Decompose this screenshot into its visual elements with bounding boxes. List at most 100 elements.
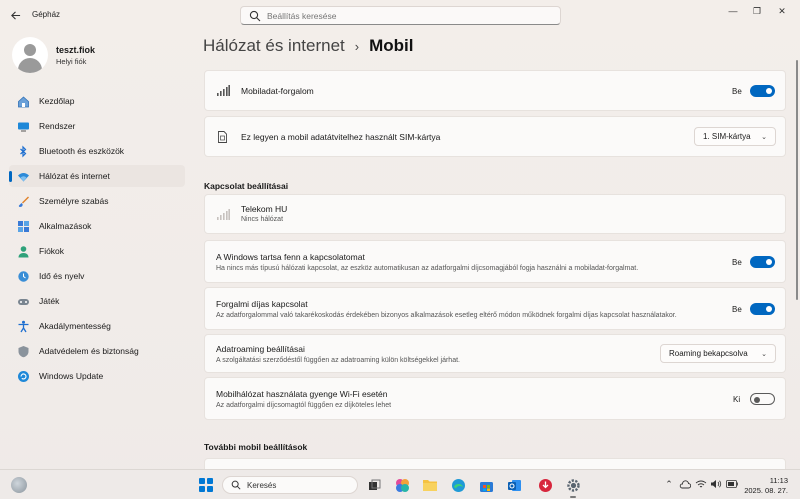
sidebar-item-label: Adatvédelem és biztonság xyxy=(39,346,139,356)
taskbar-search-label: Keresés xyxy=(247,480,277,490)
mobile-data-card: Mobiladat-forgalom Be xyxy=(204,70,786,111)
wifi-icon xyxy=(17,170,30,183)
weak-wifi-title: Mobilhálózat használata gyenge Wi-Fi ese… xyxy=(216,389,388,399)
sim-dropdown-value: 1. SIM-kártya xyxy=(703,132,751,141)
sidebar-item-label: Játék xyxy=(39,296,60,306)
weather-widget-icon[interactable] xyxy=(11,477,27,493)
sim-dropdown[interactable]: 1. SIM-kártya ⌄ xyxy=(694,127,776,146)
metered-card: Forgalmi díjas kapcsolat Az adatforgalom… xyxy=(204,287,786,330)
sidebar-item-home[interactable]: Kezdőlap xyxy=(9,90,185,112)
edge-browser-icon[interactable] xyxy=(450,477,466,493)
mobile-data-state: Be xyxy=(732,87,742,96)
roaming-card: Adatroaming beállításai A szolgáltatási … xyxy=(204,334,786,373)
sidebar-item-network[interactable]: Hálózat és internet xyxy=(9,165,185,187)
settings-search-box[interactable] xyxy=(240,6,561,25)
sidebar-item-privacy-security[interactable]: Adatvédelem és biztonság xyxy=(9,340,185,362)
weak-wifi-toggle[interactable] xyxy=(750,393,775,405)
weak-wifi-card: Mobilhálózat használata gyenge Wi-Fi ese… xyxy=(204,377,786,420)
network-icon[interactable] xyxy=(695,478,707,490)
cloud-icon[interactable] xyxy=(679,478,691,490)
breadcrumb-parent[interactable]: Hálózat és internet xyxy=(203,36,345,56)
sidebar-item-label: Windows Update xyxy=(39,371,104,381)
user-name: teszt.fiok xyxy=(56,44,96,55)
search-icon xyxy=(231,480,241,490)
mobile-data-title: Mobiladat-forgalom xyxy=(241,86,314,96)
update-icon xyxy=(17,370,30,383)
carrier-name: Telekom HU xyxy=(241,204,288,214)
keep-connected-card: A Windows tartsa fenn a kapcsolatomat Ha… xyxy=(204,240,786,283)
globe-clock-icon xyxy=(17,270,30,283)
metered-desc: Az adatforgalommal való takarékoskodás é… xyxy=(216,312,677,319)
copilot-icon[interactable] xyxy=(394,477,410,493)
title-bar: Gépház — ❐ ✕ xyxy=(0,0,800,31)
close-button[interactable]: ✕ xyxy=(771,4,793,18)
back-arrow-icon xyxy=(10,10,20,20)
sidebar-nav: Kezdőlap Rendszer Bluetooth és eszközök … xyxy=(9,90,185,390)
roaming-dropdown[interactable]: Roaming bekapcsolva ⌄ xyxy=(660,344,776,363)
paintbrush-icon xyxy=(17,195,30,208)
sidebar-item-label: Akadálymentesség xyxy=(39,321,111,331)
store-icon[interactable] xyxy=(478,477,494,493)
sidebar-item-label: Bluetooth és eszközök xyxy=(39,146,125,156)
search-icon xyxy=(249,10,261,21)
sidebar-item-gaming[interactable]: Játék xyxy=(9,290,185,312)
task-view-icon[interactable] xyxy=(366,477,382,493)
file-explorer-icon[interactable] xyxy=(422,477,438,493)
anydesk-icon[interactable] xyxy=(537,477,553,493)
more-mobile-section-title: További mobil beállítások xyxy=(204,442,308,452)
volume-icon[interactable] xyxy=(710,478,722,490)
settings-gear-icon[interactable] xyxy=(565,477,581,498)
clock-time: 11:13 xyxy=(769,476,788,485)
scrollbar[interactable] xyxy=(796,60,798,300)
user-profile[interactable]: teszt.fiok Helyi fiók xyxy=(12,37,95,73)
metered-toggle[interactable] xyxy=(750,303,775,315)
home-icon xyxy=(17,95,30,108)
roaming-title: Adatroaming beállításai xyxy=(216,344,305,354)
battery-icon[interactable] xyxy=(726,478,738,490)
sidebar-item-accessibility[interactable]: Akadálymentesség xyxy=(9,315,185,337)
connection-section-title: Kapcsolat beállításai xyxy=(204,181,289,191)
mobile-data-toggle[interactable] xyxy=(750,85,775,97)
settings-search-input[interactable] xyxy=(267,10,547,21)
start-button[interactable] xyxy=(199,478,213,492)
sidebar-item-apps[interactable]: Alkalmazások xyxy=(9,215,185,237)
keep-connected-toggle[interactable] xyxy=(750,256,775,268)
keep-connected-title: A Windows tartsa fenn a kapcsolatomat xyxy=(216,252,365,262)
signal-bars-empty-icon xyxy=(217,209,230,220)
carrier-status: Nincs hálózat xyxy=(241,216,284,223)
shield-icon xyxy=(17,345,30,358)
sidebar-item-label: Alkalmazások xyxy=(39,221,92,231)
sidebar-item-system[interactable]: Rendszer xyxy=(9,115,185,137)
metered-title: Forgalmi díjas kapcsolat xyxy=(216,299,308,309)
maximize-button[interactable]: ❐ xyxy=(746,4,768,18)
sim-select-card: Ez legyen a mobil adatátvitelhez használ… xyxy=(204,116,786,157)
chevron-down-icon: ⌄ xyxy=(761,351,767,358)
keep-connected-desc: Ha nincs más típusú hálózati kapcsolat, … xyxy=(216,265,639,272)
sidebar-item-bluetooth[interactable]: Bluetooth és eszközök xyxy=(9,140,185,162)
taskbar-clock[interactable]: 11:13 2025. 08. 27. xyxy=(742,476,788,496)
taskbar-search[interactable]: Keresés xyxy=(222,476,358,494)
minimize-button[interactable]: — xyxy=(722,4,744,18)
gamepad-icon xyxy=(17,295,30,308)
sim-card-icon xyxy=(218,131,227,143)
roaming-dropdown-value: Roaming bekapcsolva xyxy=(669,349,748,358)
back-button[interactable] xyxy=(6,6,24,24)
taskbar: Keresés ⌃ 11:13 2025. 08. 27. xyxy=(0,469,800,499)
apps-icon xyxy=(17,220,30,233)
sidebar-item-windows-update[interactable]: Windows Update xyxy=(9,365,185,387)
sidebar-item-label: Hálózat és internet xyxy=(39,171,110,181)
sim-select-title: Ez legyen a mobil adatátvitelhez használ… xyxy=(241,132,441,142)
sidebar-item-label: Rendszer xyxy=(39,121,76,131)
account-type: Helyi fiók xyxy=(56,56,87,66)
outlook-icon[interactable] xyxy=(506,477,522,493)
bluetooth-icon xyxy=(17,145,30,158)
accessibility-icon xyxy=(17,320,30,333)
breadcrumb-separator: › xyxy=(354,38,360,54)
sidebar-item-personalization[interactable]: Személyre szabás xyxy=(9,190,185,212)
tray-chevron-up-icon[interactable]: ⌃ xyxy=(663,478,675,490)
sidebar-item-time-language[interactable]: Idő és nyelv xyxy=(9,265,185,287)
sidebar-item-label: Fiókok xyxy=(39,246,65,256)
carrier-card: Telekom HU Nincs hálózat xyxy=(204,194,786,234)
sidebar-item-accounts[interactable]: Fiókok xyxy=(9,240,185,262)
weak-wifi-state: Ki xyxy=(733,395,741,404)
